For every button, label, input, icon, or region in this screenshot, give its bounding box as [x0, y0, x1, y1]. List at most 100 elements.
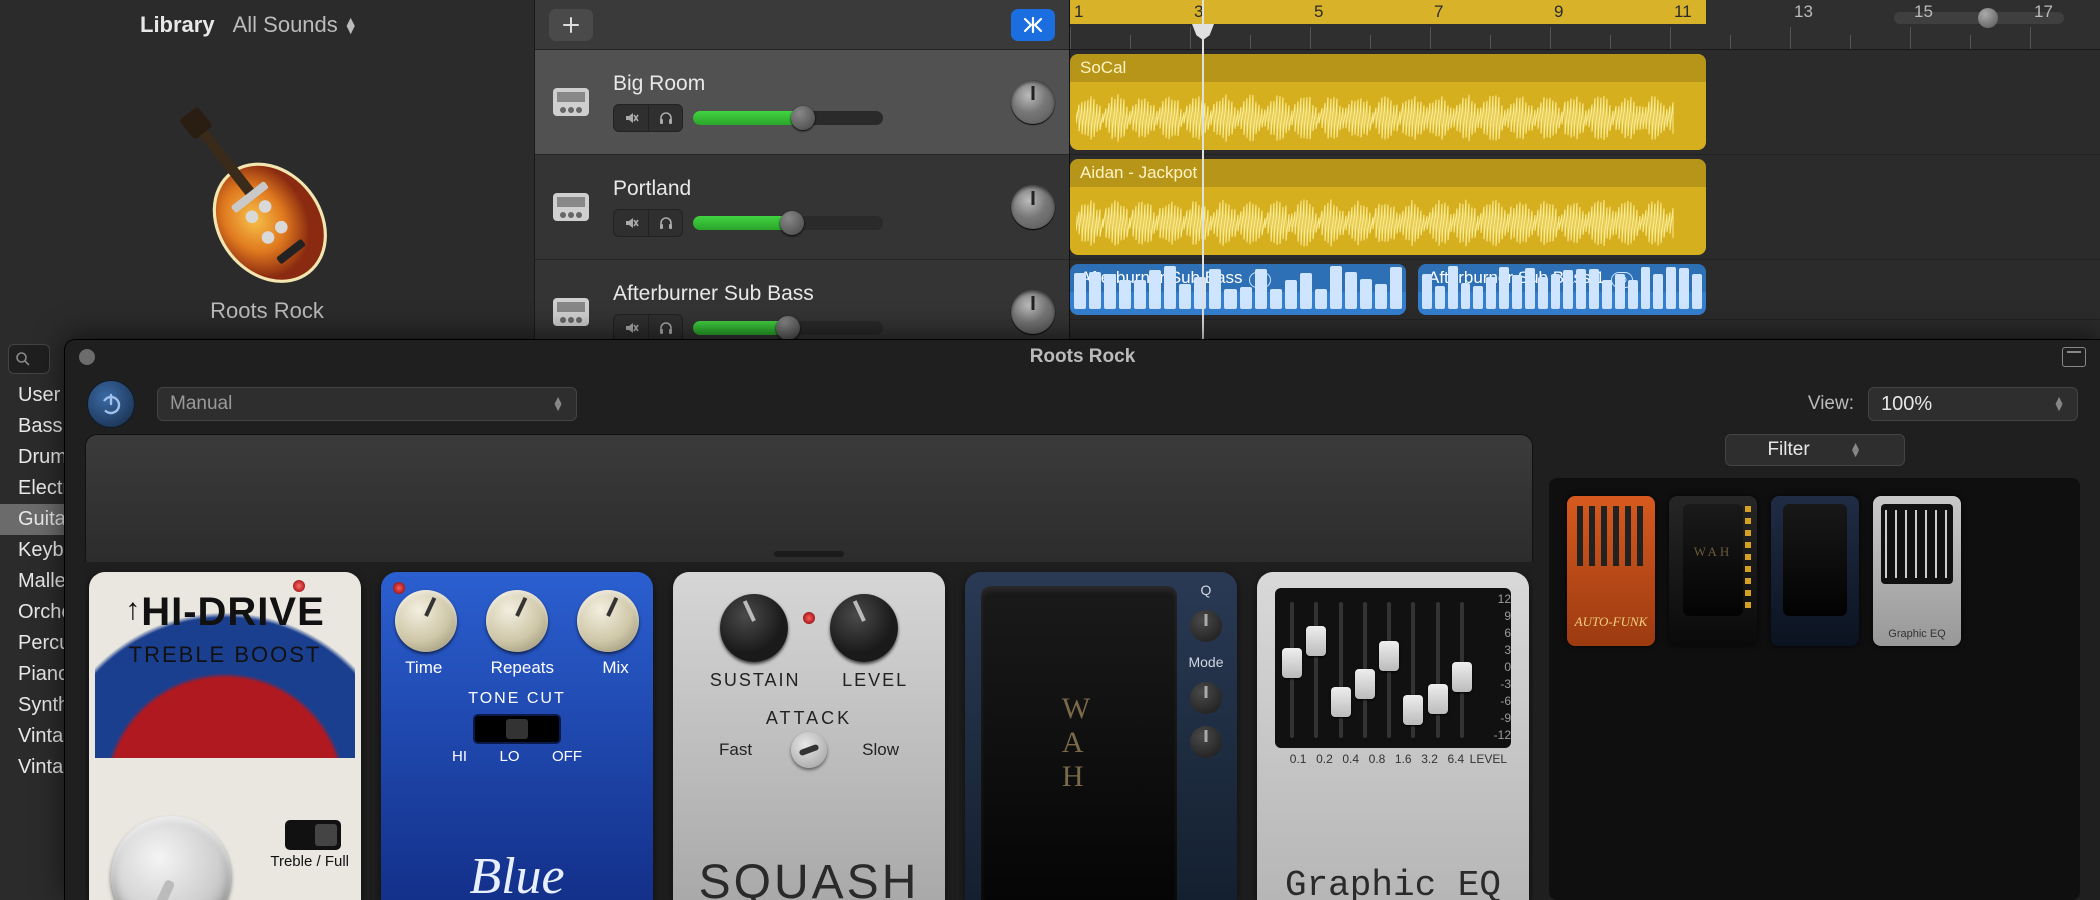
pedal-hi-drive[interactable]: ↑HI-DRIVE TREBLE BOOST Treble / Full — [89, 572, 361, 900]
track-icon — [543, 179, 599, 235]
instrument-thumbnail[interactable] — [0, 50, 534, 290]
mute-button[interactable] — [614, 210, 648, 236]
eq-slider[interactable] — [1309, 598, 1323, 742]
pan-knob[interactable] — [1011, 185, 1055, 229]
knob-label: Time — [405, 658, 442, 678]
preset-label: Manual — [170, 393, 232, 415]
bar-number: 7 — [1434, 2, 1443, 22]
drive-knob[interactable] — [111, 816, 231, 900]
headphones-button[interactable] — [648, 210, 682, 236]
pedal-shelf[interactable] — [85, 434, 1533, 562]
close-window-button[interactable] — [79, 349, 95, 365]
volume-slider[interactable] — [693, 321, 883, 335]
wah-footplate[interactable]: WAH — [981, 586, 1177, 900]
attack-toggle[interactable] — [791, 732, 827, 768]
bar-number: 17 — [2034, 2, 2053, 22]
eq-slider[interactable] — [1406, 598, 1420, 742]
pedal-graphic-eq[interactable]: 129630-3-6-9-12 0.10.20.40.81.63.26.4 LE… — [1257, 572, 1529, 900]
plugin-titlebar[interactable]: Roots Rock — [65, 340, 2100, 374]
treble-full-switch[interactable] — [285, 820, 341, 850]
browser-pedal-geqm[interactable]: Graphic EQ — [1873, 496, 1961, 646]
library-search[interactable] — [8, 344, 50, 374]
knob-label: Q — [1201, 582, 1212, 598]
sounds-dropdown[interactable]: All Sounds ▲▼ — [233, 12, 358, 38]
track-row[interactable]: Big Room — [535, 50, 1069, 155]
filter-dropdown[interactable]: Filter ▲▼ — [1725, 434, 1905, 466]
switch-option: OFF — [552, 748, 582, 765]
browser-pedal-wah2[interactable] — [1771, 496, 1859, 646]
mode-knob[interactable] — [1190, 682, 1222, 714]
q-knob[interactable] — [1190, 610, 1222, 642]
mute-button[interactable] — [614, 105, 648, 131]
eq-slider[interactable] — [1285, 598, 1299, 742]
chevron-updown-icon: ▲▼ — [1850, 443, 1862, 457]
eq-slider[interactable] — [1334, 598, 1348, 742]
track-icon — [543, 74, 599, 130]
eq-slider[interactable] — [1358, 598, 1372, 742]
arrange-lane[interactable]: Aidan - Jackpot — [1070, 155, 2100, 260]
track-mute-solo — [613, 104, 683, 132]
eq-slider[interactable] — [1455, 598, 1469, 742]
switch-label: Treble / Full — [270, 853, 349, 870]
expand-window-button[interactable] — [2062, 347, 2086, 367]
browser-pedal-autofunk[interactable]: AUTO-FUNK — [1567, 496, 1655, 646]
browser-pedal-wahm[interactable] — [1669, 496, 1757, 646]
level-label: LEVEL — [1470, 752, 1507, 766]
catch-icon — [1022, 16, 1044, 34]
sustain-knob[interactable] — [720, 594, 788, 662]
region[interactable]: SoCal — [1070, 54, 1706, 150]
pedal-blue-echo[interactable]: Time Repeats Mix TONE CUT HI LO OFF Blue — [381, 572, 653, 900]
timeline-ruler[interactable]: 1357911131517 — [1070, 0, 2100, 50]
headphones-button[interactable] — [648, 105, 682, 131]
bar-number: 11 — [1674, 2, 1692, 22]
eq-slider[interactable] — [1431, 598, 1445, 742]
track-row[interactable]: Portland — [535, 155, 1069, 260]
time-knob[interactable] — [395, 590, 457, 652]
guitar-icon — [162, 80, 372, 290]
cycle-region[interactable] — [1070, 0, 1706, 24]
knob-label: Mode — [1188, 654, 1223, 670]
region[interactable]: Aidan - Jackpot — [1070, 159, 1706, 255]
arrange-lane[interactable]: SoCal — [1070, 50, 2100, 155]
track-name: Afterburner Sub Bass — [613, 282, 997, 306]
pedal-brand: Blue — [381, 847, 653, 900]
pedal-squash[interactable]: SUSTAIN LEVEL ATTACK Fast Slow SQUASH — [673, 572, 945, 900]
chevron-updown-icon: ▲▼ — [344, 17, 358, 33]
volume-slider[interactable] — [693, 111, 883, 125]
headphones-button[interactable] — [648, 315, 682, 341]
region[interactable]: Afterburner Sub Bass.1⟲ — [1418, 264, 1706, 315]
knob-label: LEVEL — [842, 670, 908, 691]
zoom-dropdown[interactable]: 100% ▲▼ — [1868, 387, 2078, 421]
pedal-wah[interactable]: WAH Q Mode — [965, 572, 1237, 900]
extra-knob[interactable] — [1190, 726, 1222, 758]
pan-knob[interactable] — [1011, 80, 1055, 124]
region-name: Aidan - Jackpot — [1070, 159, 1706, 187]
pedal-browser-grid[interactable]: AUTO-FUNK Graphic EQ — [1549, 478, 2080, 900]
arrange-lane[interactable]: Afterburner Sub Bass⟲Afterburner Sub Bas… — [1070, 260, 2100, 320]
mute-button[interactable] — [614, 315, 648, 341]
filter-label: Filter — [1767, 439, 1809, 461]
level-knob[interactable] — [830, 594, 898, 662]
bar-number: 13 — [1794, 2, 1813, 22]
knob-label: Repeats — [491, 658, 554, 678]
bar-number: 1 — [1074, 2, 1083, 22]
browser-pedal-caption: AUTO-FUNK — [1567, 614, 1655, 630]
track-mute-solo — [613, 314, 683, 342]
eq-slider[interactable] — [1382, 598, 1396, 742]
switch-option: LO — [499, 748, 519, 765]
attack-label: ATTACK — [673, 708, 945, 729]
repeats-knob[interactable] — [486, 590, 548, 652]
preset-dropdown[interactable]: Manual ▲▼ — [157, 387, 577, 421]
pedal-brand: Graphic EQ — [1257, 865, 1529, 900]
switch-option: Slow — [862, 740, 899, 760]
region[interactable]: Afterburner Sub Bass⟲ — [1070, 264, 1406, 315]
eq-scale: 129630-3-6-9-12 — [1471, 592, 1511, 742]
catch-playhead-button[interactable] — [1011, 9, 1055, 41]
plugin-power-button[interactable] — [87, 380, 135, 428]
library-title: Library — [140, 12, 215, 38]
pan-knob[interactable] — [1011, 290, 1055, 334]
tone-cut-switch[interactable] — [473, 714, 561, 744]
mix-knob[interactable] — [577, 590, 639, 652]
volume-slider[interactable] — [693, 216, 883, 230]
add-track-button[interactable] — [549, 9, 593, 41]
